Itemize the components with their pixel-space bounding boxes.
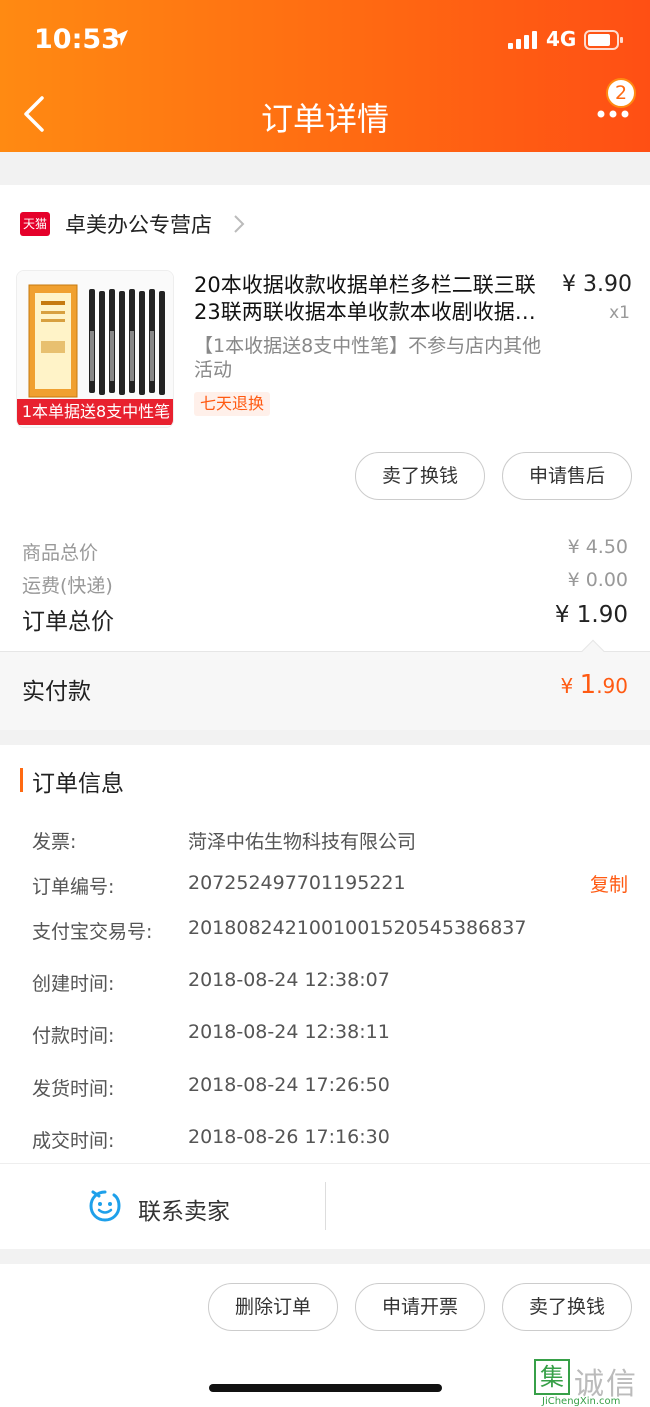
goods-total-label: 商品总价 [22, 542, 99, 564]
alipay-trade-label: 支付宝交易号: [32, 921, 153, 943]
copy-button[interactable]: 复制 [590, 870, 628, 897]
order-total-label: 订单总价 [22, 609, 114, 635]
delete-order-button[interactable]: 删除订单 [208, 1283, 338, 1331]
completed-time-label: 成交时间: [32, 1130, 115, 1152]
product-quantity: x1 [609, 303, 630, 323]
paid-amount-box [0, 651, 650, 730]
order-info-title: 订单信息 [32, 771, 124, 797]
invoice-value: 菏泽中佑生物科技有限公司 [188, 831, 417, 853]
after-sale-button[interactable]: 申请售后 [502, 452, 632, 500]
chevron-right-icon [234, 215, 245, 233]
home-indicator[interactable] [209, 1384, 442, 1392]
shipped-time-value: 2018-08-24 17:26:50 [188, 1074, 390, 1096]
chat-face-icon[interactable] [88, 1189, 122, 1223]
contact-divider [325, 1182, 326, 1230]
contact-seller-button[interactable]: 联系卖家 [138, 1192, 230, 1226]
paid-decimal: .90 [596, 674, 628, 698]
tmall-logo: 天猫 [20, 212, 50, 236]
watermark-url: JiChengXin.com [542, 1396, 621, 1407]
alipay-trade-value: 2018082421001001520545386837 [188, 917, 527, 939]
watermark-logo: 集 [534, 1359, 570, 1395]
product-price: ¥ 3.90 [562, 272, 632, 297]
battery-icon [584, 30, 623, 50]
order-number-value: 207252497701195221 [188, 872, 406, 894]
store-row[interactable]: 天猫 卓美办公专营店 [20, 208, 212, 240]
network-type: 4G [546, 27, 577, 51]
created-time-value: 2018-08-24 12:38:07 [188, 969, 390, 991]
paid-integer: 1 [579, 670, 597, 700]
order-number-label: 订单编号: [32, 876, 115, 898]
signal-icon [508, 31, 537, 49]
message-badge[interactable]: 2 [606, 78, 636, 108]
footer-sell-button[interactable]: 卖了换钱 [502, 1283, 632, 1331]
created-time-label: 创建时间: [32, 973, 115, 995]
store-name: 卓美办公专营店 [65, 213, 212, 237]
order-total-value: ¥ 1.90 [554, 602, 628, 628]
product-title[interactable]: 20本收据收款收据单栏多栏二联三联23联两联收据本单收款本收剧收据单据 [194, 272, 546, 326]
header-bar: 10:53 4G 订单详情 2 [0, 0, 650, 152]
more-icon[interactable] [596, 108, 630, 120]
return-policy-tag: 七天退换 [194, 392, 271, 416]
product-image-caption: 1本单据送8支中性笔 [17, 399, 173, 425]
request-invoice-button[interactable]: 申请开票 [355, 1283, 485, 1331]
location-arrow-icon [112, 30, 128, 46]
paid-label: 实付款 [22, 679, 91, 705]
paid-time-value: 2018-08-24 12:38:11 [188, 1021, 390, 1043]
completed-time-value: 2018-08-26 17:16:30 [188, 1126, 390, 1148]
section-accent-bar [20, 768, 23, 792]
status-time: 10:53 [34, 24, 120, 55]
sell-button[interactable]: 卖了换钱 [355, 452, 485, 500]
shipped-time-label: 发货时间: [32, 1078, 115, 1100]
paid-currency: ¥ [560, 674, 580, 698]
shipping-value: ¥ 0.00 [567, 569, 628, 591]
shipping-label: 运费(快递) [22, 575, 113, 597]
paid-value: ¥ 1.90 [561, 670, 628, 700]
invoice-label: 发票: [32, 831, 77, 853]
page-title: 订单详情 [260, 100, 389, 138]
product-sku: 【1本收据送8支中性笔】不参与店内其他活动 [194, 335, 542, 381]
product-image[interactable]: 1本单据送8支中性笔 [16, 270, 174, 428]
goods-total-value: ¥ 4.50 [567, 536, 628, 558]
paid-time-label: 付款时间: [32, 1025, 115, 1047]
